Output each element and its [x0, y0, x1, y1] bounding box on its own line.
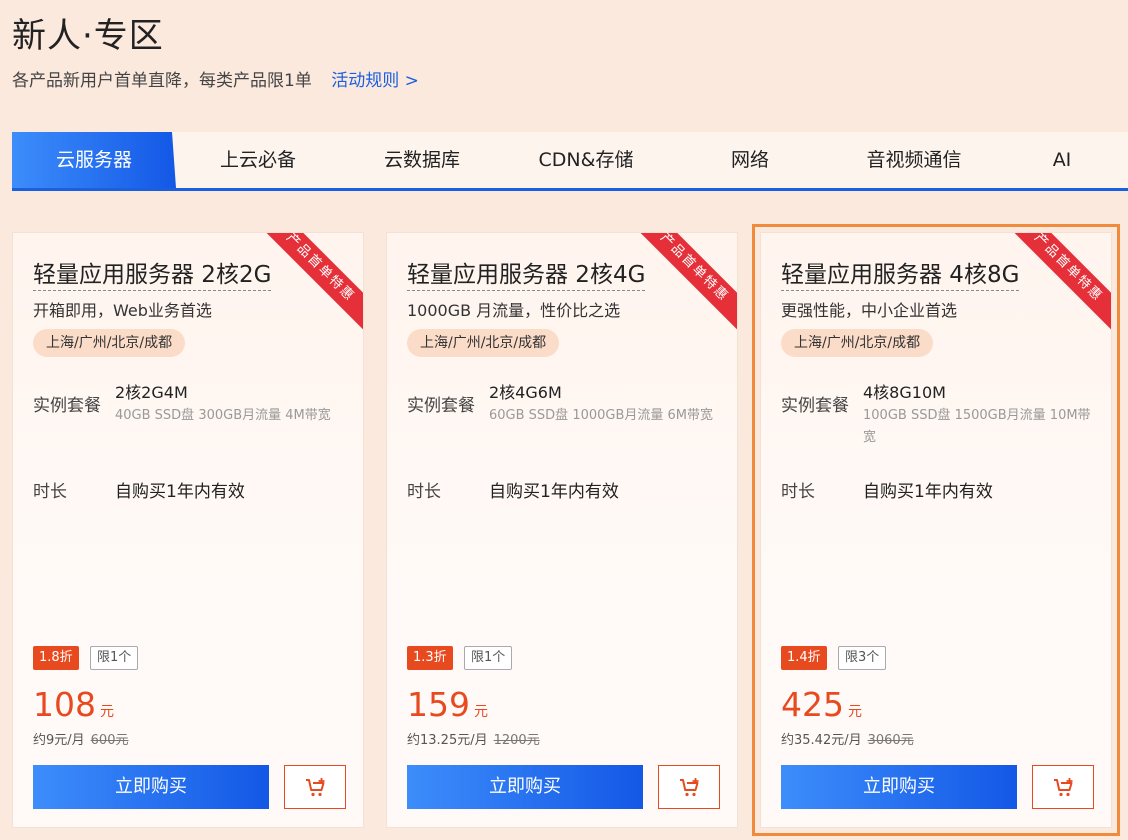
price-unit: 元	[100, 704, 114, 720]
add-to-cart-button[interactable]	[284, 765, 346, 809]
tab-ai[interactable]: AI	[996, 132, 1128, 188]
region-badge: 上海/广州/北京/成都	[33, 329, 186, 357]
price-value: 159	[407, 685, 470, 724]
price-value: 108	[33, 685, 96, 724]
tab-cdn-storage[interactable]: CDN&存储	[504, 132, 668, 188]
add-to-cart-button[interactable]	[658, 765, 720, 809]
spec-label: 实例套餐	[407, 396, 475, 416]
original-price: 1200元	[493, 733, 540, 748]
product-desc: 更强性能，中小企业首选	[781, 301, 958, 320]
tab-audio-video[interactable]: 音视频通信	[832, 132, 996, 188]
product-desc: 1000GB 月流量，性价比之选	[407, 301, 621, 320]
price: 425 元	[781, 685, 862, 724]
monthly-price-text: 约35.42元/月	[781, 733, 862, 748]
buy-now-button[interactable]: 立即购买	[33, 765, 269, 809]
product-name[interactable]: 轻量应用服务器 4核8G	[781, 255, 1020, 291]
duration-value: 自购买1年内有效	[863, 482, 993, 502]
price-unit: 元	[848, 704, 862, 720]
limit-badge: 限1个	[464, 646, 513, 670]
subtitle-text: 各产品新用户首单直降，每类产品限1单	[12, 71, 312, 91]
buy-now-button[interactable]: 立即购买	[781, 765, 1017, 809]
product-card: 产品首单特惠 轻量应用服务器 2核2G 开箱即用，Web业务首选 上海/广州/北…	[12, 232, 364, 828]
product-card: 产品首单特惠 轻量应用服务器 2核4G 1000GB 月流量，性价比之选 上海/…	[386, 232, 738, 828]
price-unit: 元	[474, 704, 488, 720]
product-desc: 开箱即用，Web业务首选	[33, 301, 212, 320]
spec-label: 实例套餐	[33, 396, 101, 416]
discount-badge: 1.8折	[33, 646, 79, 670]
spec-main: 4核8G10M	[863, 383, 946, 402]
tab-cloud-server[interactable]: 云服务器	[12, 132, 176, 188]
price-value: 425	[781, 685, 844, 724]
limit-badge: 限3个	[838, 646, 887, 670]
limit-badge: 限1个	[90, 646, 139, 670]
tab-cloud-essentials[interactable]: 上云必备	[176, 132, 340, 188]
cart-plus-icon	[680, 778, 699, 797]
spec-main: 2核2G4M	[115, 383, 188, 402]
page-title: 新人·专区	[12, 16, 164, 56]
original-price: 3060元	[867, 733, 914, 748]
region-badge: 上海/广州/北京/成都	[781, 329, 934, 357]
region-badge: 上海/广州/北京/成都	[407, 329, 560, 357]
spec-label: 实例套餐	[781, 396, 849, 416]
discount-badge: 1.4折	[781, 646, 827, 670]
original-price: 600元	[90, 733, 129, 748]
promo-ribbon: 产品首单特惠	[257, 233, 363, 331]
monthly-price: 约9元/月 600元	[33, 729, 128, 748]
monthly-price: 约35.42元/月 3060元	[781, 729, 914, 748]
spec-detail: 100GB SSD盘 1500GB月流量 10M带宽	[863, 408, 1091, 445]
product-tabs: 云服务器 上云必备 云数据库 CDN&存储 网络 音视频通信 AI	[12, 132, 1128, 191]
spec-detail: 40GB SSD盘 300GB月流量 4M带宽	[115, 408, 331, 423]
buy-now-button[interactable]: 立即购买	[407, 765, 643, 809]
price: 108 元	[33, 685, 114, 724]
cart-plus-icon	[1054, 778, 1073, 797]
duration-label: 时长	[407, 482, 441, 502]
activity-rules-link[interactable]: 活动规则 >	[331, 71, 419, 91]
cart-plus-icon	[306, 778, 325, 797]
spec-main: 2核4G6M	[489, 383, 562, 402]
tab-cloud-database[interactable]: 云数据库	[340, 132, 504, 188]
tab-network[interactable]: 网络	[668, 132, 832, 188]
product-name[interactable]: 轻量应用服务器 2核2G	[33, 255, 272, 291]
monthly-price-text: 约9元/月	[33, 733, 85, 748]
promo-ribbon: 产品首单特惠	[1005, 233, 1111, 331]
page-subtitle: 各产品新用户首单直降，每类产品限1单 活动规则 >	[12, 66, 419, 91]
discount-badge: 1.3折	[407, 646, 453, 670]
duration-value: 自购买1年内有效	[489, 482, 619, 502]
monthly-price-text: 约13.25元/月	[407, 733, 488, 748]
duration-label: 时长	[33, 482, 67, 502]
product-card-highlighted: 产品首单特惠 轻量应用服务器 4核8G 更强性能，中小企业首选 上海/广州/北京…	[752, 224, 1120, 836]
spec-detail: 60GB SSD盘 1000GB月流量 6M带宽	[489, 408, 714, 423]
product-name[interactable]: 轻量应用服务器 2核4G	[407, 255, 646, 291]
monthly-price: 约13.25元/月 1200元	[407, 729, 540, 748]
price: 159 元	[407, 685, 488, 724]
promo-ribbon: 产品首单特惠	[631, 233, 737, 331]
duration-label: 时长	[781, 482, 815, 502]
add-to-cart-button[interactable]	[1032, 765, 1094, 809]
duration-value: 自购买1年内有效	[115, 482, 245, 502]
